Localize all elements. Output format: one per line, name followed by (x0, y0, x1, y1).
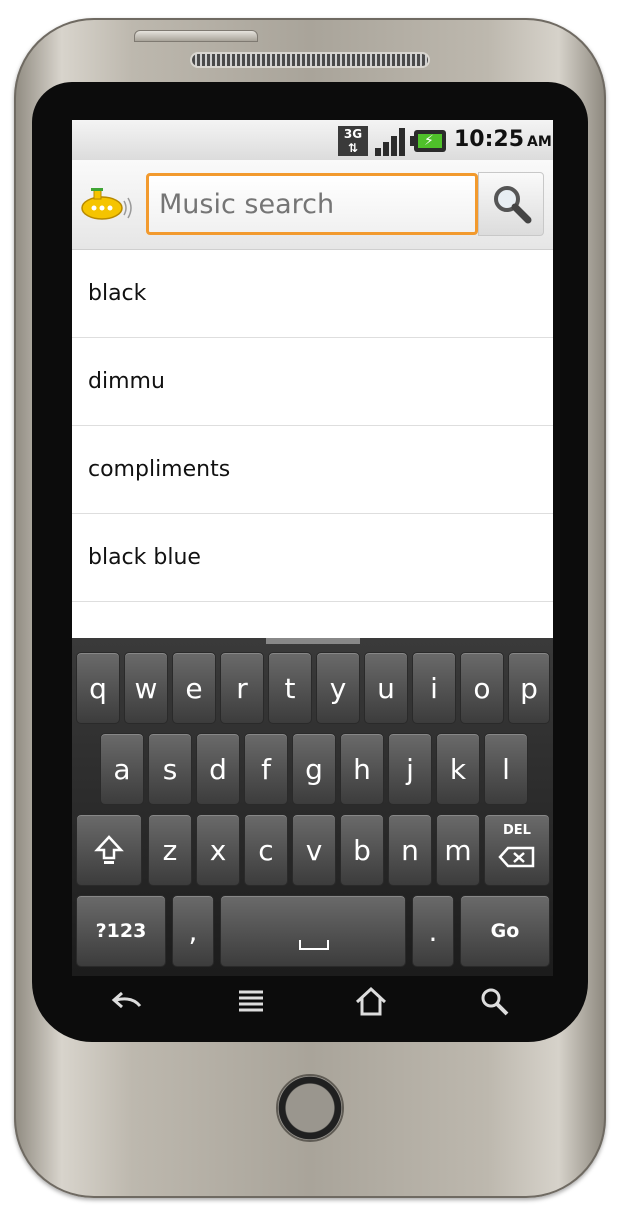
network-3g-icon: 3G ⇅ (338, 126, 368, 156)
status-clock: 10:25 AM (454, 127, 552, 152)
key-b[interactable]: b (340, 814, 384, 886)
comma-key[interactable]: , (172, 895, 214, 967)
backspace-icon (498, 846, 535, 868)
key-n[interactable]: n (388, 814, 432, 886)
period-key[interactable]: . (412, 895, 454, 967)
suggestion-item[interactable]: compliments (72, 426, 553, 514)
key-s[interactable]: s (148, 733, 192, 805)
screen: 3G⇅ ⚡ 10:25AM black dimmu compliments bl… (72, 120, 553, 976)
space-key[interactable] (220, 895, 406, 967)
back-icon[interactable] (110, 986, 144, 1018)
signal-strength-icon (375, 126, 409, 156)
delete-key[interactable]: DEL (484, 814, 550, 886)
navigation-bar (72, 976, 553, 1028)
soft-keyboard: q w e r t y u i o p a s d f g h j k l z … (72, 638, 553, 976)
key-v[interactable]: v (292, 814, 336, 886)
key-u[interactable]: u (364, 652, 408, 724)
suggestion-item[interactable]: black (72, 250, 553, 338)
key-o[interactable]: o (460, 652, 504, 724)
status-bar: 3G ⇅ ⚡ 10:25 AM (72, 120, 553, 160)
keyboard-handle (266, 638, 360, 644)
shift-key[interactable] (76, 814, 142, 886)
search-icon (494, 186, 532, 224)
shift-icon (94, 835, 124, 864)
key-a[interactable]: a (100, 733, 144, 805)
trackball-button[interactable] (276, 1074, 344, 1142)
key-r[interactable]: r (220, 652, 264, 724)
key-p[interactable]: p (508, 652, 550, 724)
menu-icon[interactable] (234, 986, 268, 1018)
key-j[interactable]: j (388, 733, 432, 805)
key-m[interactable]: m (436, 814, 480, 886)
home-icon[interactable] (354, 986, 388, 1018)
suggestion-item-partial[interactable] (72, 602, 553, 642)
key-q[interactable]: q (76, 652, 120, 724)
symbols-key[interactable]: ?123 (76, 895, 166, 967)
key-t[interactable]: t (268, 652, 312, 724)
key-z[interactable]: z (148, 814, 192, 886)
delete-key-label: DEL (503, 823, 531, 838)
earpiece-speaker (190, 52, 430, 68)
space-icon (299, 940, 329, 950)
suggestion-item[interactable]: black blue (72, 514, 553, 602)
key-d[interactable]: d (196, 733, 240, 805)
power-button (134, 30, 258, 42)
search-nav-icon[interactable] (478, 986, 512, 1018)
battery-charging-icon: ⚡ (410, 130, 446, 152)
submarine-app-icon[interactable] (80, 185, 134, 223)
go-key[interactable]: Go (460, 895, 550, 967)
key-e[interactable]: e (172, 652, 216, 724)
suggestion-item[interactable]: dimmu (72, 338, 553, 426)
key-w[interactable]: w (124, 652, 168, 724)
key-k[interactable]: k (436, 733, 480, 805)
key-i[interactable]: i (412, 652, 456, 724)
suggestion-list: black dimmu compliments black blue (72, 250, 553, 638)
search-button[interactable] (478, 172, 544, 236)
key-g[interactable]: g (292, 733, 336, 805)
search-bar (72, 160, 553, 250)
key-l[interactable]: l (484, 733, 528, 805)
key-h[interactable]: h (340, 733, 384, 805)
music-search-input[interactable] (146, 173, 478, 235)
key-y[interactable]: y (316, 652, 360, 724)
key-f[interactable]: f (244, 733, 288, 805)
key-c[interactable]: c (244, 814, 288, 886)
key-x[interactable]: x (196, 814, 240, 886)
